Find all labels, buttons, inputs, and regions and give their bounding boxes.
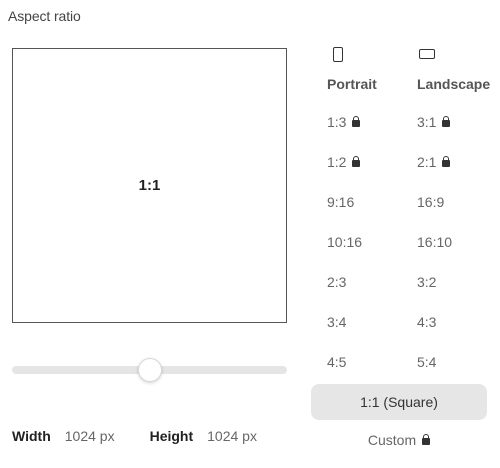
height-label: Height [149, 428, 194, 444]
ratio-label: 1:3 [327, 114, 347, 130]
ratio-option-4-3[interactable]: 4:3 [417, 314, 436, 330]
lock-icon [422, 434, 431, 445]
custom-label: Custom [367, 432, 417, 448]
dimensions-row: Width 1024 px Height 1024 px [12, 428, 257, 444]
ratio-option-1-2[interactable]: 1:2 [327, 154, 361, 170]
ratio-option-5-4[interactable]: 5:4 [417, 354, 436, 370]
ratio-option-10-16[interactable]: 10:16 [327, 234, 362, 250]
landscape-icon [419, 49, 435, 59]
ratio-label: 4:5 [327, 354, 347, 370]
ratio-label: 2:3 [327, 274, 347, 290]
lock-icon [352, 116, 361, 127]
ratio-option-3-4[interactable]: 3:4 [327, 314, 346, 330]
preview-ratio-label: 1:1 [138, 177, 161, 194]
aspect-slider[interactable] [12, 358, 287, 382]
ratio-option-2-1[interactable]: 2:1 [417, 154, 451, 170]
ratio-label: 16:9 [417, 194, 445, 210]
ratio-option-3-2[interactable]: 3:2 [417, 274, 436, 290]
ratio-option-2-3[interactable]: 2:3 [327, 274, 346, 290]
portrait-header: Portrait [327, 44, 377, 92]
ratio-option-1-3[interactable]: 1:3 [327, 114, 361, 130]
slider-thumb[interactable] [138, 358, 162, 382]
width-label: Width [12, 428, 51, 444]
lock-icon [442, 156, 451, 167]
ratio-option-9-16[interactable]: 9:16 [327, 194, 354, 210]
width-value: 1024 px [64, 428, 115, 444]
landscape-header-label: Landscape [417, 76, 491, 92]
portrait-header-label: Portrait [327, 76, 377, 92]
custom-ratio-option[interactable]: Custom [311, 432, 487, 448]
ratio-label: 2:1 [417, 154, 437, 170]
ratio-label: 3:2 [417, 274, 437, 290]
ratio-label: 5:4 [417, 354, 437, 370]
ratio-label: 1:2 [327, 154, 347, 170]
ratio-label: 3:1 [417, 114, 437, 130]
section-title: Aspect ratio [8, 8, 81, 24]
aspect-preview-box: 1:1 [12, 48, 287, 323]
ratio-option-16-10[interactable]: 16:10 [417, 234, 452, 250]
ratio-option-16-9[interactable]: 16:9 [417, 194, 444, 210]
ratio-label: 10:16 [327, 234, 363, 250]
height-value: 1024 px [207, 428, 257, 444]
ratio-option-4-5[interactable]: 4:5 [327, 354, 346, 370]
ratio-label: 3:4 [327, 314, 347, 330]
square-ratio-button[interactable]: 1:1 (Square) [311, 384, 487, 420]
ratio-label: 16:10 [417, 234, 453, 250]
ratio-label: 9:16 [327, 194, 355, 210]
square-ratio-label: 1:1 (Square) [360, 394, 438, 410]
lock-icon [442, 116, 451, 127]
landscape-header: Landscape [417, 44, 490, 92]
lock-icon [352, 156, 361, 167]
portrait-icon [333, 46, 343, 62]
ratio-option-3-1[interactable]: 3:1 [417, 114, 451, 130]
ratio-label: 4:3 [417, 314, 437, 330]
